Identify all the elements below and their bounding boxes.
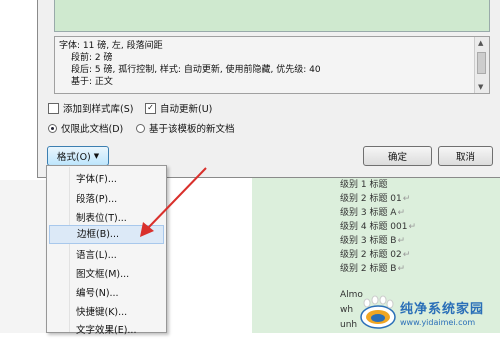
format-button[interactable]: 格式(O) ▼ bbox=[47, 146, 109, 166]
add-to-gallery-checkbox[interactable] bbox=[48, 102, 59, 114]
doc-heading[interactable]: 级别 4 标题 001↵ bbox=[340, 220, 416, 234]
watermark-logo-icon bbox=[360, 295, 396, 329]
description-line: 段前: 2 磅 bbox=[71, 53, 113, 63]
cancel-button[interactable]: 取消 bbox=[438, 146, 493, 166]
style-preview bbox=[54, 0, 490, 32]
doc-heading[interactable]: 级别 3 标题 A↵ bbox=[340, 206, 416, 220]
auto-update-label: 自动更新(U) bbox=[160, 104, 213, 115]
doc-heading[interactable]: 级别 2 标题 02↵ bbox=[340, 248, 416, 262]
add-to-gallery-label: 添加到样式库(S) bbox=[63, 104, 134, 115]
description-line: 字体: 11 磅, 左, 段落间距 bbox=[59, 41, 163, 51]
ok-button[interactable]: 确定 bbox=[363, 146, 432, 166]
doc-heading[interactable]: 级别 2 标题 01↵ bbox=[340, 192, 416, 206]
description-line: 基于: 正文 bbox=[71, 77, 113, 87]
watermark-title: 纯净系统家园 bbox=[400, 302, 485, 317]
scroll-up-arrow-icon[interactable]: ▲ bbox=[478, 39, 483, 47]
menu-item-text-effects[interactable]: 文字效果(E)... bbox=[49, 321, 164, 340]
scrollbar-thumb[interactable] bbox=[477, 52, 486, 74]
menu-item-font[interactable]: 字体(F)... bbox=[49, 170, 164, 189]
menu-item-border[interactable]: 边框(B)... bbox=[49, 225, 164, 244]
scroll-down-arrow-icon[interactable]: ▼ bbox=[478, 83, 483, 91]
only-this-document-option[interactable]: 仅限此文档(D) bbox=[48, 121, 123, 135]
menu-item-paragraph[interactable]: 段落(P)... bbox=[49, 190, 164, 209]
menu-item-frame[interactable]: 图文框(M)... bbox=[49, 265, 164, 284]
auto-update-option[interactable]: ✓ 自动更新(U) bbox=[145, 101, 212, 115]
add-to-gallery-option[interactable]: 添加到样式库(S) bbox=[48, 101, 133, 115]
watermark-url: www.yidaimei.com bbox=[400, 318, 476, 327]
document-heading-list: 级别 1 标题 级别 2 标题 01↵ 级别 3 标题 A↵ 级别 4 标题 0… bbox=[340, 178, 416, 276]
doc-heading[interactable]: 级别 3 标题 B↵ bbox=[340, 234, 416, 248]
background-left bbox=[0, 180, 46, 333]
new-documents-template-label: 基于该模板的新文档 bbox=[149, 124, 235, 135]
menu-item-shortcut-key[interactable]: 快捷键(K)... bbox=[49, 303, 164, 322]
new-documents-template-option[interactable]: 基于该模板的新文档 bbox=[136, 121, 235, 135]
description-scrollbar[interactable]: ▲ ▼ bbox=[474, 37, 489, 93]
modify-style-dialog: 字体: 11 磅, 左, 段落间距 段前: 2 磅 段后: 5 磅, 孤行控制,… bbox=[37, 0, 500, 178]
ok-button-label: 确定 bbox=[387, 152, 407, 163]
menu-item-language[interactable]: 语言(L)... bbox=[49, 246, 164, 265]
only-this-document-radio[interactable] bbox=[48, 123, 57, 133]
style-description-box: 字体: 11 磅, 左, 段落间距 段前: 2 磅 段后: 5 磅, 孤行控制,… bbox=[54, 36, 490, 94]
new-documents-template-radio[interactable] bbox=[136, 123, 145, 133]
dropdown-arrow-icon: ▼ bbox=[93, 152, 100, 160]
format-dropdown-menu: 字体(F)... 段落(P)... 制表位(T)... 边框(B)... 语言(… bbox=[46, 165, 167, 336]
format-button-label: 格式(O) bbox=[56, 152, 91, 163]
only-this-document-label: 仅限此文档(D) bbox=[61, 124, 124, 135]
menu-item-numbering[interactable]: 编号(N)... bbox=[49, 284, 164, 303]
description-line: 段后: 5 磅, 孤行控制, 样式: 自动更新, 使用前隐藏, 优先级: 40 bbox=[71, 65, 321, 75]
watermark: 纯净系统家园 www.yidaimei.com bbox=[400, 298, 484, 327]
doc-heading[interactable]: 级别 2 标题 B↵ bbox=[340, 262, 416, 276]
auto-update-checkbox[interactable]: ✓ bbox=[145, 102, 156, 114]
cancel-button-label: 取消 bbox=[455, 152, 475, 163]
doc-heading[interactable]: 级别 1 标题 bbox=[340, 178, 416, 192]
